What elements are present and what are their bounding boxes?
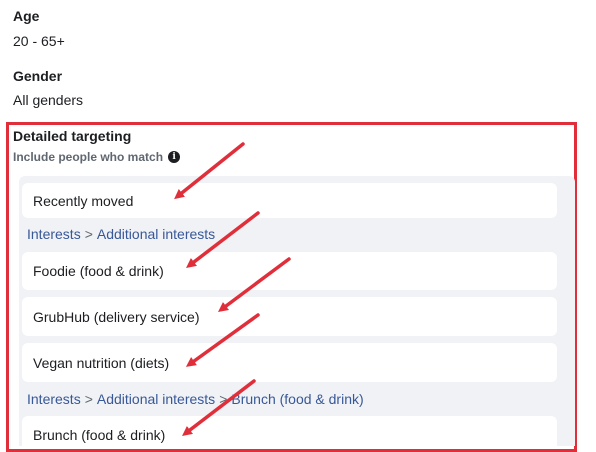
- path-part[interactable]: Interests: [27, 391, 81, 407]
- path-separator: >: [84, 391, 93, 407]
- path-part[interactable]: Additional interests: [97, 391, 215, 407]
- path-part[interactable]: Brunch (food & drink): [231, 391, 363, 407]
- list-item-label: Recently moved: [33, 192, 134, 209]
- list-item-grubhub[interactable]: GrubHub (delivery service): [22, 297, 557, 336]
- include-people-text: Include people who match: [13, 150, 164, 164]
- gender-value: All genders: [13, 92, 84, 108]
- list-item-label: Vegan nutrition (diets): [33, 354, 170, 371]
- list-item-vegan-nutrition[interactable]: Vegan nutrition (diets): [22, 343, 557, 382]
- path-separator: >: [84, 226, 93, 242]
- scrollbar[interactable]: [574, 176, 575, 446]
- list-item-brunch[interactable]: Brunch (food & drink): [22, 416, 557, 446]
- include-people-label: Include people who match i: [13, 150, 181, 164]
- path-part[interactable]: Additional interests: [97, 226, 215, 242]
- list-item-label: GrubHub (delivery service): [33, 308, 200, 325]
- detailed-targeting-label: Detailed targeting: [13, 128, 132, 144]
- gender-label: Gender: [13, 68, 63, 84]
- list-item-label: Foodie (food & drink): [33, 263, 164, 279]
- list-item-foodie[interactable]: Foodie (food & drink): [22, 252, 557, 290]
- category-path: Interests > Additional interests > Brunch (f…: [27, 391, 364, 407]
- path-part[interactable]: Interests: [27, 226, 81, 242]
- info-icon[interactable]: i: [168, 151, 181, 163]
- targeting-list[interactable]: Recently moved Interests > Additional inte…: [19, 176, 575, 446]
- path-separator: >: [219, 391, 228, 407]
- list-item-recently-moved[interactable]: Recently moved: [22, 183, 557, 218]
- list-item-label: Brunch (food & drink): [33, 427, 166, 443]
- age-value: 20 - 65+: [13, 33, 65, 49]
- age-label: Age: [13, 8, 40, 24]
- category-path: Interests > Additional interests: [27, 226, 215, 242]
